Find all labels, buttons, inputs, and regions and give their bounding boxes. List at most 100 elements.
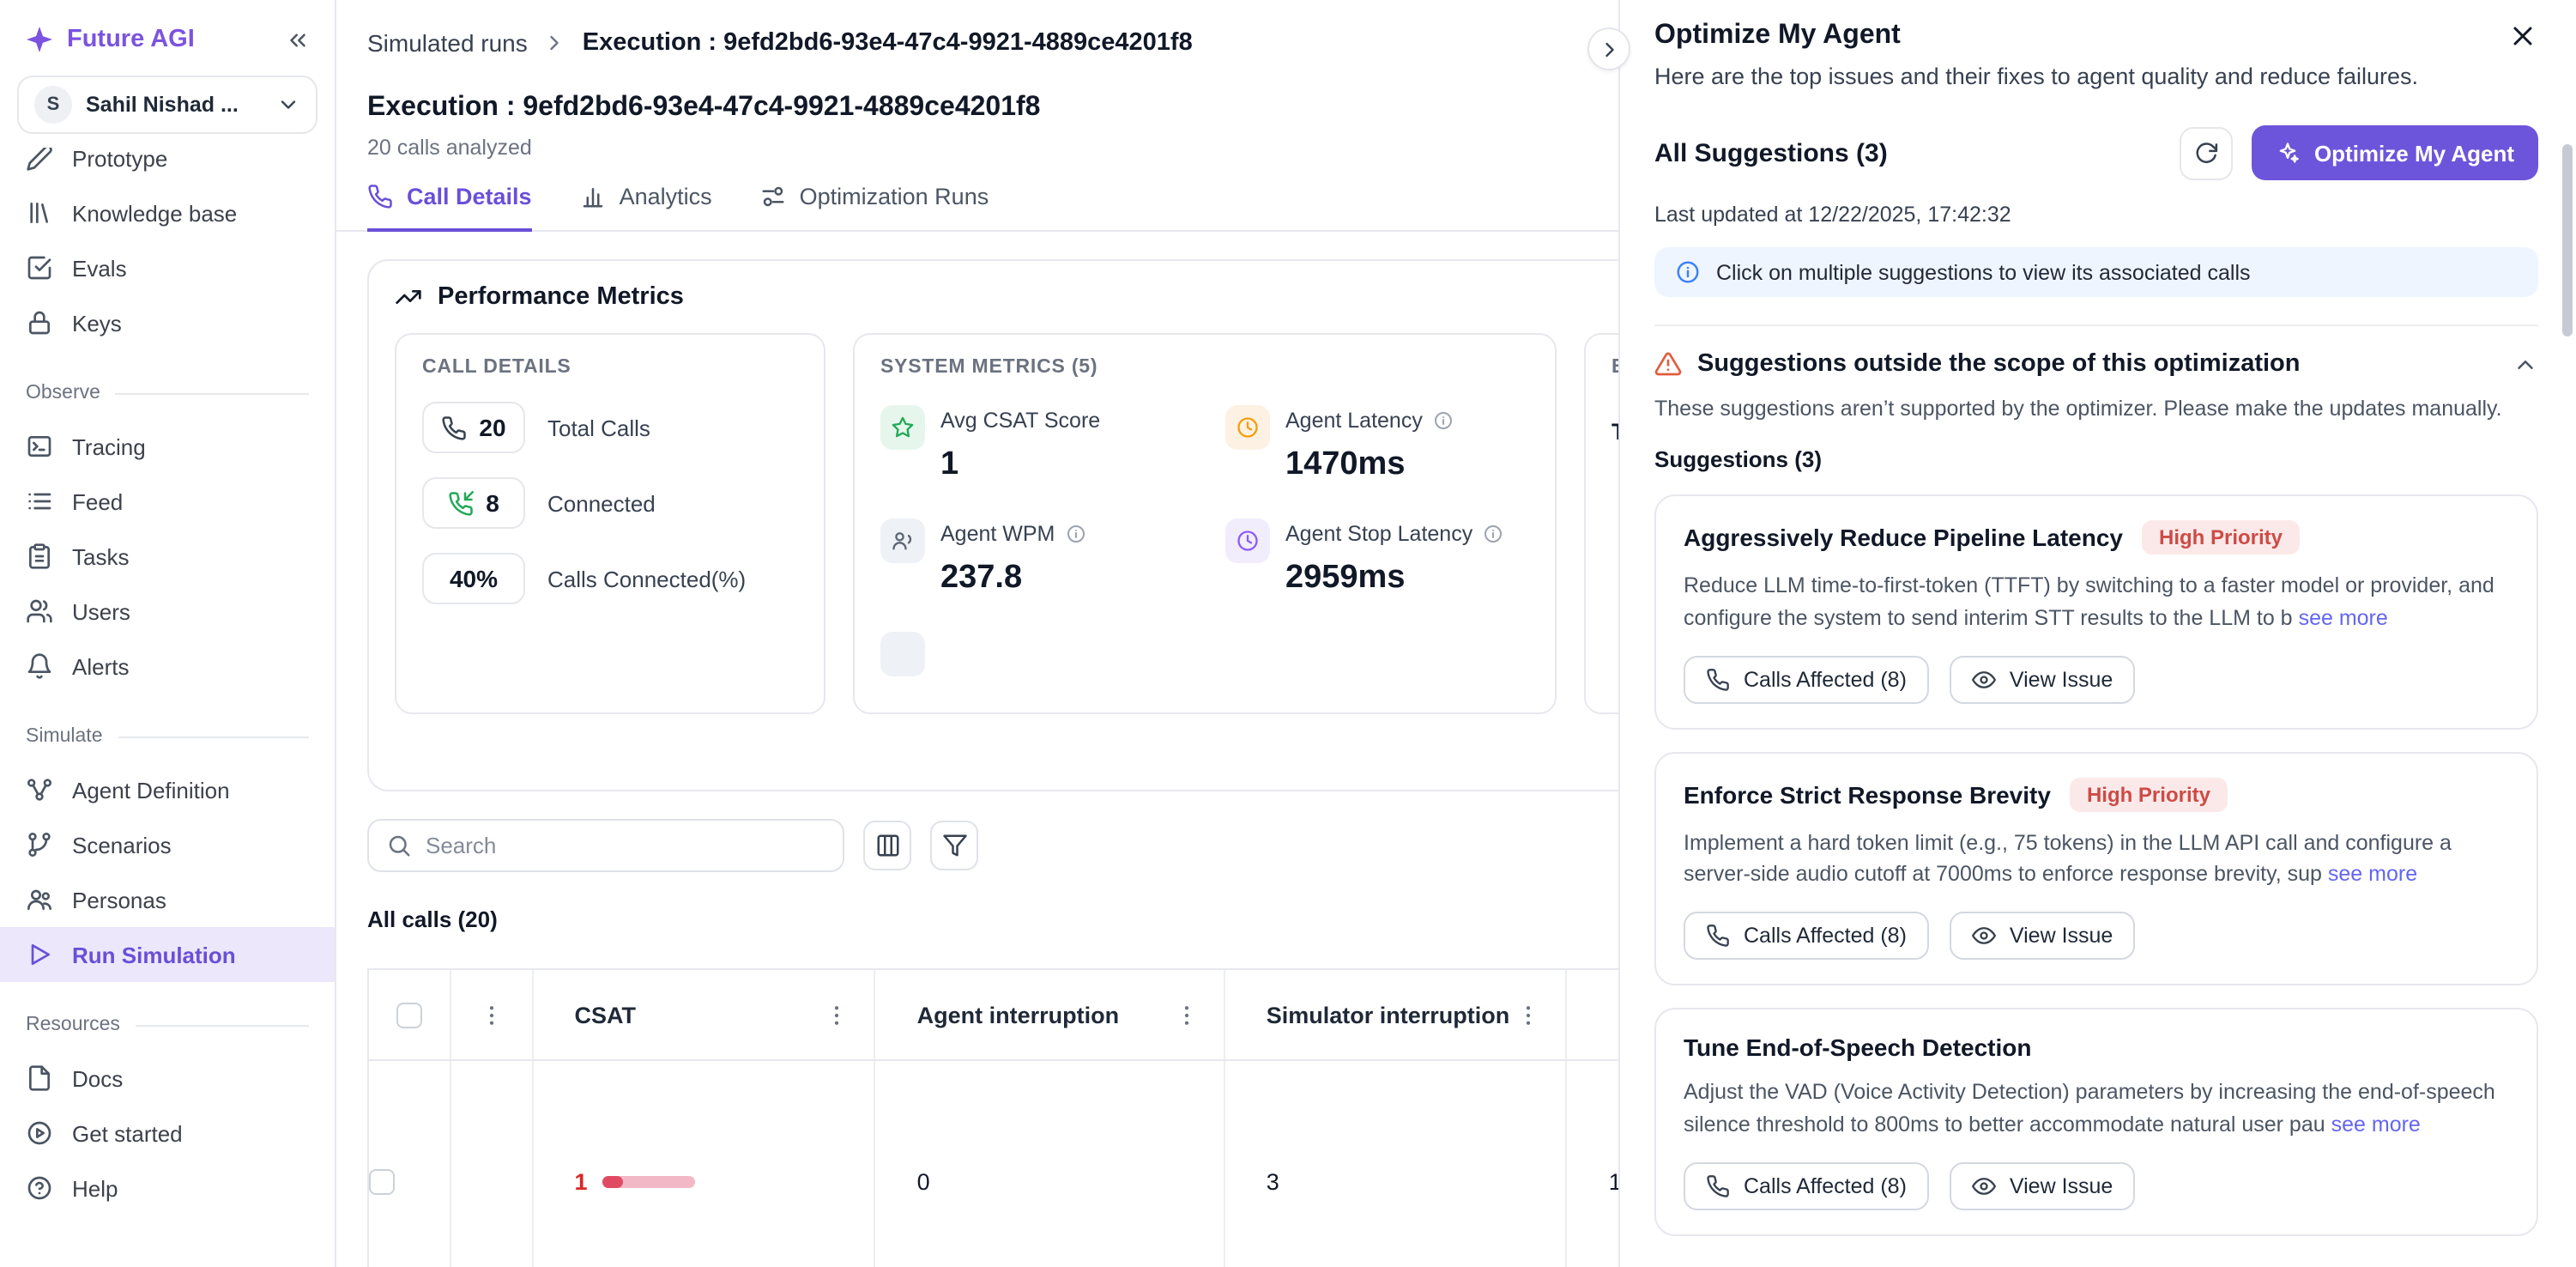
terminal-icon [26, 433, 53, 460]
calls-table: CSAT Agent interruption Simulator interr… [367, 968, 1618, 1267]
column-header-clipped [1568, 970, 1618, 1059]
future-agi-logo-icon [24, 24, 55, 55]
sidebar-item-prototype[interactable]: Prototype [0, 148, 335, 185]
sidebar-item-alerts[interactable]: Alerts [0, 639, 335, 694]
sidebar-item-evals[interactable]: Evals [0, 240, 335, 295]
section-label-observe: Observe [0, 378, 335, 409]
see-more-link[interactable]: see more [2328, 863, 2417, 887]
scrollbar-thumb[interactable] [2562, 144, 2573, 336]
bell-icon [26, 652, 53, 680]
info-icon[interactable] [1483, 524, 1503, 544]
filter-button[interactable] [930, 821, 978, 870]
view-issue-button[interactable]: View Issue [1950, 912, 2135, 960]
library-icon [26, 199, 53, 227]
section-label-resources: Resources [0, 1009, 335, 1040]
tab-optimization-runs[interactable]: Optimization Runs [760, 184, 989, 232]
user-menu[interactable]: S Sahil Nishad ... [17, 76, 317, 134]
sidebar-item-agent-definition[interactable]: Agent Definition [0, 762, 335, 817]
sidebar-item-knowledge-base[interactable]: Knowledge base [0, 185, 335, 240]
pencil-icon [26, 148, 53, 172]
call-details-card: CALL DETAILS 20 Total Calls 8 Con [395, 333, 825, 714]
metric-agent-wpm: Agent WPM 237.8 [880, 518, 1184, 597]
lock-icon [26, 309, 53, 336]
view-issue-button[interactable]: View Issue [1950, 1161, 2135, 1209]
network-icon [26, 776, 53, 803]
info-icon[interactable] [1433, 410, 1454, 431]
page-title: Execution : 9efd2bd6-93e4-47c4-9921-4889… [336, 76, 1618, 124]
sidebar-item-docs[interactable]: Docs [0, 1051, 335, 1106]
calls-affected-button[interactable]: Calls Affected (8) [1684, 1161, 1929, 1209]
panel-header: Optimize My Agent [1654, 21, 2538, 52]
system-metrics-card-title: SYSTEM METRICS (5) [880, 357, 1529, 378]
cell-csat: 1 [534, 1061, 876, 1267]
sidebar-item-tasks[interactable]: Tasks [0, 529, 335, 584]
table-row[interactable]: 1 0 3 15 [369, 1061, 1618, 1267]
sidebar: Future AGI S Sahil Nishad ... Prototype … [0, 0, 336, 1267]
last-updated: Last updated at 12/22/2025, 17:42:32 [1654, 203, 2538, 227]
tab-call-details[interactable]: Call Details [367, 184, 532, 232]
out-of-scope-header[interactable]: Suggestions outside the scope of this op… [1654, 350, 2538, 378]
panel-subtitle: Here are the top issues and their fixes … [1654, 64, 2538, 89]
sidebar-item-feed[interactable]: Feed [0, 474, 335, 529]
refresh-icon [2194, 140, 2220, 166]
list-icon [26, 488, 53, 515]
metric-agent-stop-latency: Agent Stop Latency 2959ms [1225, 518, 1529, 597]
optimize-my-agent-button[interactable]: Optimize My Agent [2252, 125, 2538, 180]
column-menu-icon[interactable] [1516, 1002, 1542, 1028]
metrics-card-partial: E T [1584, 333, 1618, 714]
row-checkbox[interactable] [369, 1168, 395, 1194]
out-of-scope-section: Suggestions outside the scope of this op… [1654, 324, 2538, 1235]
optimize-agent-panel: Optimize My Agent Here are the top issue… [1618, 0, 2576, 1267]
phone-icon [367, 184, 393, 209]
column-menu-icon[interactable] [825, 1002, 850, 1028]
metric-total-calls: 20 Total Calls [422, 402, 798, 453]
refresh-button[interactable] [2180, 126, 2234, 179]
sidebar-item-keys[interactable]: Keys [0, 295, 335, 350]
collapse-sidebar-button[interactable] [285, 27, 311, 52]
column-menu-icon[interactable] [479, 1002, 505, 1028]
play-circle-icon [26, 1119, 53, 1147]
avatar: S [34, 86, 72, 124]
search-input[interactable] [426, 833, 825, 858]
sidebar-item-scenarios[interactable]: Scenarios [0, 817, 335, 872]
chevron-right-icon [543, 31, 567, 55]
metric-partial-clipped [880, 632, 1184, 676]
sidebar-item-tracing[interactable]: Tracing [0, 419, 335, 474]
close-panel-button[interactable] [2507, 21, 2538, 52]
panel-expand-button[interactable] [1587, 27, 1630, 70]
user-name: Sahil Nishad ... [86, 93, 263, 117]
info-icon[interactable] [1065, 524, 1085, 544]
cell-simulator-interruption: 3 [1225, 1061, 1568, 1267]
table-toolbar [367, 819, 1587, 872]
chevron-up-icon [2513, 351, 2538, 377]
view-issue-button[interactable]: View Issue [1950, 655, 2135, 703]
table-header-row: CSAT Agent interruption Simulator interr… [369, 970, 1618, 1061]
tab-analytics[interactable]: Analytics [580, 184, 712, 232]
see-more-link[interactable]: see more [2331, 1112, 2421, 1137]
performance-metrics-panel: Performance Metrics CALL DETAILS 20 Tota… [367, 259, 1618, 791]
sidebar-nav: Prototype Knowledge base Evals Keys Obse… [0, 148, 335, 1267]
metric-agent-latency: Agent Latency 1470ms [1225, 405, 1529, 484]
phone-icon [1706, 924, 1730, 948]
metric-connected: 8 Connected [422, 477, 798, 529]
collapse-section-button[interactable] [2513, 351, 2538, 377]
sidebar-item-get-started[interactable]: Get started [0, 1106, 335, 1161]
bar-chart-icon [580, 184, 606, 209]
phone-incoming-icon [448, 490, 474, 516]
suggestion-card: Tune End-of-Speech Detection Adjust the … [1654, 1008, 2538, 1235]
calls-connected-pct-chip: 40% [422, 553, 525, 604]
sidebar-item-personas[interactable]: Personas [0, 872, 335, 927]
breadcrumb-root-link[interactable]: Simulated runs [367, 29, 528, 57]
sidebar-item-users[interactable]: Users [0, 584, 335, 639]
columns-button[interactable] [863, 821, 911, 870]
sidebar-item-help[interactable]: Help [0, 1161, 335, 1215]
calls-affected-button[interactable]: Calls Affected (8) [1684, 655, 1929, 703]
sidebar-item-run-simulation[interactable]: Run Simulation [0, 927, 335, 982]
calls-affected-button[interactable]: Calls Affected (8) [1684, 912, 1929, 960]
see-more-link[interactable]: see more [2299, 606, 2388, 630]
warning-triangle-icon [1654, 350, 1682, 378]
chevron-right-icon [1597, 37, 1621, 61]
select-all-checkbox[interactable] [396, 1002, 422, 1028]
metrics-cards-row: CALL DETAILS 20 Total Calls 8 Con [395, 333, 1618, 714]
column-menu-icon[interactable] [1174, 1002, 1200, 1028]
